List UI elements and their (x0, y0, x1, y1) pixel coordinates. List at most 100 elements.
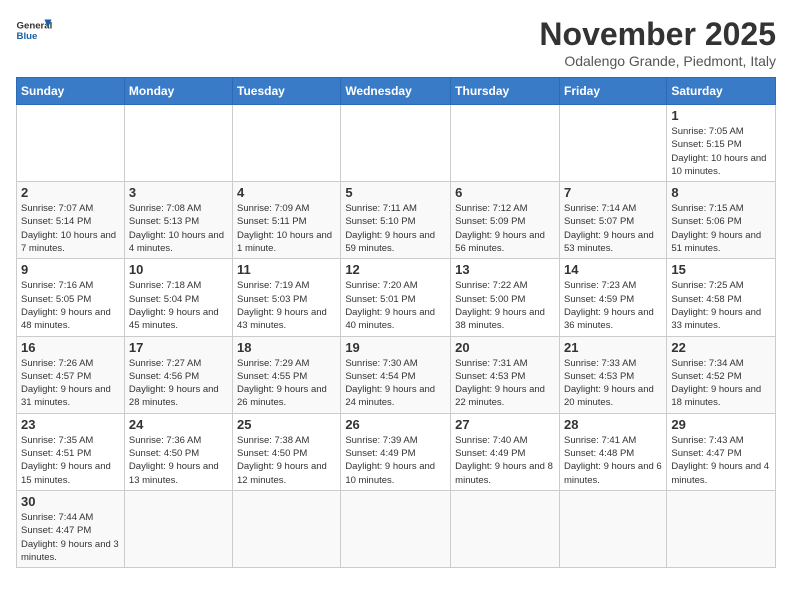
table-row: 16 Sunrise: 7:26 AM Sunset: 4:57 PM Dayli… (17, 336, 125, 413)
day-info: Sunrise: 7:39 AM Sunset: 4:49 PM Dayligh… (345, 434, 446, 487)
day-info: Sunrise: 7:20 AM Sunset: 5:01 PM Dayligh… (345, 279, 446, 332)
day-number: 1 (671, 108, 771, 123)
day-number: 12 (345, 262, 446, 277)
day-info: Sunrise: 7:11 AM Sunset: 5:10 PM Dayligh… (345, 202, 446, 255)
day-info: Sunrise: 7:16 AM Sunset: 5:05 PM Dayligh… (21, 279, 120, 332)
day-info: Sunrise: 7:26 AM Sunset: 4:57 PM Dayligh… (21, 357, 120, 410)
day-number: 7 (564, 185, 662, 200)
day-info: Sunrise: 7:34 AM Sunset: 4:52 PM Dayligh… (671, 357, 771, 410)
table-row (559, 490, 666, 567)
calendar-table: Sunday Monday Tuesday Wednesday Thursday… (16, 77, 776, 568)
day-number: 22 (671, 340, 771, 355)
table-row: 7Sunrise: 7:14 AM Sunset: 5:07 PM Daylig… (559, 182, 666, 259)
day-info: Sunrise: 7:40 AM Sunset: 4:49 PM Dayligh… (455, 434, 555, 487)
location-title: Odalengo Grande, Piedmont, Italy (539, 53, 776, 69)
table-row: 14 Sunrise: 7:23 AM Sunset: 4:59 PM Dayli… (559, 259, 666, 336)
day-info: Sunrise: 7:22 AM Sunset: 5:00 PM Dayligh… (455, 279, 555, 332)
table-row: 15 Sunrise: 7:25 AM Sunset: 4:58 PM Dayli… (667, 259, 776, 336)
table-row (233, 490, 341, 567)
table-row (17, 105, 125, 182)
calendar-header-row: Sunday Monday Tuesday Wednesday Thursday… (17, 78, 776, 105)
day-number: 25 (237, 417, 336, 432)
table-row: 6 Sunrise: 7:12 AM Sunset: 5:09 PM Daylig… (451, 182, 560, 259)
day-number: 29 (671, 417, 771, 432)
day-info: Sunrise: 7:25 AM Sunset: 4:58 PM Dayligh… (671, 279, 771, 332)
day-info: Sunrise: 7:18 AM Sunset: 5:04 PM Dayligh… (129, 279, 228, 332)
day-number: 28 (564, 417, 662, 432)
table-row: 29Sunrise: 7:43 AM Sunset: 4:47 PM Dayli… (667, 413, 776, 490)
table-row (559, 105, 666, 182)
day-number: 18 (237, 340, 336, 355)
svg-text:Blue: Blue (17, 31, 38, 42)
logo: General Blue (16, 16, 52, 44)
table-row: 17Sunrise: 7:27 AM Sunset: 4:56 PM Dayli… (124, 336, 232, 413)
table-row: 30Sunrise: 7:44 AM Sunset: 4:47 PM Dayli… (17, 490, 125, 567)
table-row: 20Sunrise: 7:31 AM Sunset: 4:53 PM Dayli… (451, 336, 560, 413)
calendar-week-row: 23Sunrise: 7:35 AM Sunset: 4:51 PM Dayli… (17, 413, 776, 490)
day-info: Sunrise: 7:15 AM Sunset: 5:06 PM Dayligh… (671, 202, 771, 255)
day-number: 21 (564, 340, 662, 355)
day-info: Sunrise: 7:09 AM Sunset: 5:11 PM Dayligh… (237, 202, 336, 255)
calendar-week-row: 2Sunrise: 7:07 AM Sunset: 5:14 PM Daylig… (17, 182, 776, 259)
day-info: Sunrise: 7:33 AM Sunset: 4:53 PM Dayligh… (564, 357, 662, 410)
calendar-week-row: 1 Sunrise: 7:05 AM Sunset: 5:15 PM Daylig… (17, 105, 776, 182)
table-row: 9Sunrise: 7:16 AM Sunset: 5:05 PM Daylig… (17, 259, 125, 336)
table-row: 10 Sunrise: 7:18 AM Sunset: 5:04 PM Dayli… (124, 259, 232, 336)
table-row (341, 105, 451, 182)
header-monday: Monday (124, 78, 232, 105)
header-wednesday: Wednesday (341, 78, 451, 105)
table-row (124, 105, 232, 182)
table-row: 13 Sunrise: 7:22 AM Sunset: 5:00 PM Dayli… (451, 259, 560, 336)
header-saturday: Saturday (667, 78, 776, 105)
day-number: 26 (345, 417, 446, 432)
day-number: 4 (237, 185, 336, 200)
header-tuesday: Tuesday (233, 78, 341, 105)
table-row: 2Sunrise: 7:07 AM Sunset: 5:14 PM Daylig… (17, 182, 125, 259)
title-block: November 2025 Odalengo Grande, Piedmont,… (539, 16, 776, 69)
table-row: 5 Sunrise: 7:11 AM Sunset: 5:10 PM Daylig… (341, 182, 451, 259)
day-number: 5 (345, 185, 446, 200)
day-info: Sunrise: 7:29 AM Sunset: 4:55 PM Dayligh… (237, 357, 336, 410)
table-row: 11Sunrise: 7:19 AM Sunset: 5:03 PM Dayli… (233, 259, 341, 336)
day-number: 14 (564, 262, 662, 277)
day-info: Sunrise: 7:07 AM Sunset: 5:14 PM Dayligh… (21, 202, 120, 255)
day-number: 8 (671, 185, 771, 200)
table-row: 26 Sunrise: 7:39 AM Sunset: 4:49 PM Dayli… (341, 413, 451, 490)
day-info: Sunrise: 7:23 AM Sunset: 4:59 PM Dayligh… (564, 279, 662, 332)
table-row: 28Sunrise: 7:41 AM Sunset: 4:48 PM Dayli… (559, 413, 666, 490)
day-number: 16 (21, 340, 120, 355)
day-info: Sunrise: 7:12 AM Sunset: 5:09 PM Dayligh… (455, 202, 555, 255)
day-number: 19 (345, 340, 446, 355)
table-row: 18 Sunrise: 7:29 AM Sunset: 4:55 PM Dayli… (233, 336, 341, 413)
calendar-week-row: 9Sunrise: 7:16 AM Sunset: 5:05 PM Daylig… (17, 259, 776, 336)
day-number: 27 (455, 417, 555, 432)
generalblue-logo-icon: General Blue (16, 16, 52, 44)
day-number: 13 (455, 262, 555, 277)
table-row: 24Sunrise: 7:36 AM Sunset: 4:50 PM Dayli… (124, 413, 232, 490)
table-row (451, 490, 560, 567)
table-row (233, 105, 341, 182)
header-sunday: Sunday (17, 78, 125, 105)
table-row: 3Sunrise: 7:08 AM Sunset: 5:13 PM Daylig… (124, 182, 232, 259)
page-header: General Blue November 2025 Odalengo Gran… (16, 16, 776, 69)
day-info: Sunrise: 7:05 AM Sunset: 5:15 PM Dayligh… (671, 125, 771, 178)
day-number: 10 (129, 262, 228, 277)
calendar-week-row: 30Sunrise: 7:44 AM Sunset: 4:47 PM Dayli… (17, 490, 776, 567)
table-row (341, 490, 451, 567)
header-friday: Friday (559, 78, 666, 105)
day-number: 11 (237, 262, 336, 277)
month-title: November 2025 (539, 16, 776, 53)
day-number: 15 (671, 262, 771, 277)
table-row: 12 Sunrise: 7:20 AM Sunset: 5:01 PM Dayli… (341, 259, 451, 336)
day-number: 6 (455, 185, 555, 200)
table-row: 22 Sunrise: 7:34 AM Sunset: 4:52 PM Dayli… (667, 336, 776, 413)
day-info: Sunrise: 7:08 AM Sunset: 5:13 PM Dayligh… (129, 202, 228, 255)
day-number: 30 (21, 494, 120, 509)
table-row: 1 Sunrise: 7:05 AM Sunset: 5:15 PM Daylig… (667, 105, 776, 182)
table-row: 21 Sunrise: 7:33 AM Sunset: 4:53 PM Dayli… (559, 336, 666, 413)
table-row (667, 490, 776, 567)
day-info: Sunrise: 7:35 AM Sunset: 4:51 PM Dayligh… (21, 434, 120, 487)
table-row: 4 Sunrise: 7:09 AM Sunset: 5:11 PM Daylig… (233, 182, 341, 259)
table-row (451, 105, 560, 182)
day-info: Sunrise: 7:27 AM Sunset: 4:56 PM Dayligh… (129, 357, 228, 410)
